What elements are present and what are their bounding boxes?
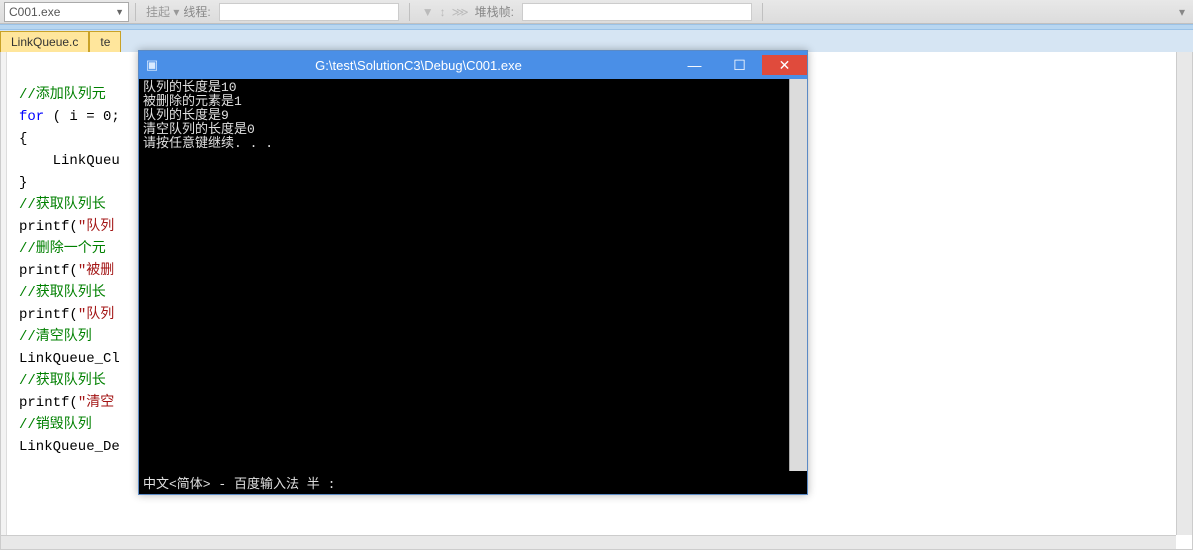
editor-tabs: LinkQueue.c te	[0, 30, 1193, 52]
debug-toolbar: C001.exe ▼ 挂起 ▾ 线程: ▼ ↕ ⋙ 堆栈帧: ▾	[0, 0, 1193, 24]
stackframe-label: 堆栈帧:	[475, 3, 514, 20]
console-line: 请按任意键继续. . .	[143, 136, 273, 151]
console-line: 清空队列的长度是0	[143, 122, 255, 137]
console-scrollbar[interactable]	[789, 79, 807, 471]
code-line: {	[19, 131, 27, 147]
maximize-button[interactable]: ☐	[717, 55, 762, 75]
code-line: printf(	[19, 263, 78, 279]
code-line: //获取队列长	[19, 285, 106, 301]
code-line: //添加队列元	[19, 87, 106, 103]
code-line: printf(	[19, 395, 78, 411]
code-line: //获取队列长	[19, 373, 106, 389]
horizontal-scrollbar[interactable]	[1, 535, 1176, 549]
suspend-button[interactable]: 挂起 ▾	[142, 3, 183, 20]
stackframe-dropdown[interactable]	[522, 3, 752, 21]
code-line: "队列	[78, 307, 114, 323]
code-line: printf(	[19, 219, 78, 235]
console-titlebar[interactable]: ▣ G:\test\SolutionC3\Debug\C001.exe — ☐ …	[139, 51, 807, 79]
filter-icon[interactable]: ▼	[422, 5, 434, 19]
app-icon: ▣	[139, 57, 165, 73]
code-line: ( i = 0;	[44, 109, 120, 125]
console-title-text: G:\test\SolutionC3\Debug\C001.exe	[165, 58, 672, 73]
tab-linkqueue[interactable]: LinkQueue.c	[0, 31, 89, 52]
code-line: }	[19, 175, 27, 191]
process-dropdown-value: C001.exe	[9, 5, 60, 19]
code-line: "队列	[78, 219, 114, 235]
minimize-button[interactable]: —	[672, 55, 717, 75]
console-body: 队列的长度是10 被删除的元素是1 队列的长度是9 清空队列的长度是0 请按任意…	[139, 79, 807, 471]
tab-label: te	[100, 35, 110, 49]
console-line: 被删除的元素是1	[143, 94, 242, 109]
code-line: "被删	[78, 263, 114, 279]
separator	[135, 3, 136, 21]
ime-status: 中文<简体> - 百度输入法 半 :	[139, 471, 807, 494]
overflow-icon[interactable]: ▾	[1179, 5, 1193, 19]
filter-icons: ▼ ↕ ⋙	[422, 5, 469, 19]
separator	[409, 3, 410, 21]
code-line: LinkQueue_De	[19, 439, 120, 455]
code-line: "清空	[78, 395, 114, 411]
separator	[762, 3, 763, 21]
console-output[interactable]: 队列的长度是10 被删除的元素是1 队列的长度是9 清空队列的长度是0 请按任意…	[139, 79, 789, 471]
code-line: //销毁队列	[19, 417, 92, 433]
code-line: LinkQueue_Cl	[19, 351, 120, 367]
close-button[interactable]: ✕	[762, 55, 807, 75]
collapse-icon[interactable]: ⋙	[452, 5, 469, 19]
tab-label: LinkQueue.c	[11, 35, 78, 49]
tab-second[interactable]: te	[89, 31, 121, 52]
editor-gutter	[1, 52, 7, 549]
code-line: //获取队列长	[19, 197, 106, 213]
code-line: //清空队列	[19, 329, 92, 345]
sort-icon[interactable]: ↕	[440, 5, 446, 19]
chevron-down-icon: ▼	[115, 7, 124, 17]
console-line: 队列的长度是9	[143, 108, 229, 123]
thread-label: 线程:	[183, 3, 210, 20]
console-window: ▣ G:\test\SolutionC3\Debug\C001.exe — ☐ …	[138, 50, 808, 495]
code-line: for	[19, 109, 44, 125]
process-dropdown[interactable]: C001.exe ▼	[4, 2, 129, 22]
thread-dropdown[interactable]	[219, 3, 399, 21]
code-line: LinkQueu	[19, 153, 120, 169]
console-line: 队列的长度是10	[143, 80, 237, 95]
code-line: //删除一个元	[19, 241, 106, 257]
code-line: printf(	[19, 307, 78, 323]
vertical-scrollbar[interactable]	[1176, 52, 1192, 535]
code-content: //添加队列元 for ( i = 0; { LinkQueu } //获取队列…	[19, 62, 120, 480]
